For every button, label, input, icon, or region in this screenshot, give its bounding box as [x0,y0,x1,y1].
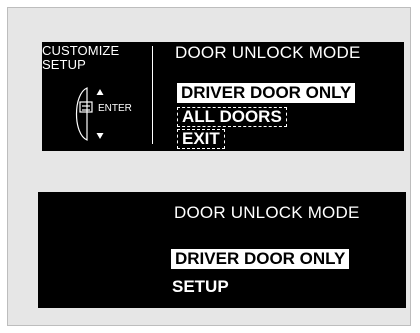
top-display: CUSTOMIZE SETUP ENTER DOOR UNLOCK MODE D… [42,42,404,151]
divider [152,46,153,144]
setup-label: SETUP [42,57,86,72]
customize-setup-title: CUSTOMIZE SETUP [42,44,119,72]
setup-footer-label[interactable]: SETUP [172,278,229,296]
diagram-frame: CUSTOMIZE SETUP ENTER DOOR UNLOCK MODE D… [7,7,411,326]
enter-label: ENTER [98,103,132,114]
knob-icon [76,87,104,141]
mode-title: DOOR UNLOCK MODE [175,43,361,62]
mode-title-bottom: DOOR UNLOCK MODE [174,203,360,222]
down-arrow-icon [96,133,104,139]
bottom-display: DOOR UNLOCK MODE DRIVER DOOR ONLY SETUP [38,192,406,308]
option-exit[interactable]: EXIT [177,129,225,149]
selected-value[interactable]: DRIVER DOOR ONLY [171,249,350,269]
option-all-doors[interactable]: ALL DOORS [177,107,287,127]
option-driver-door-only[interactable]: DRIVER DOOR ONLY [177,83,356,103]
customize-label: CUSTOMIZE [42,43,120,58]
up-arrow-icon [96,89,104,95]
